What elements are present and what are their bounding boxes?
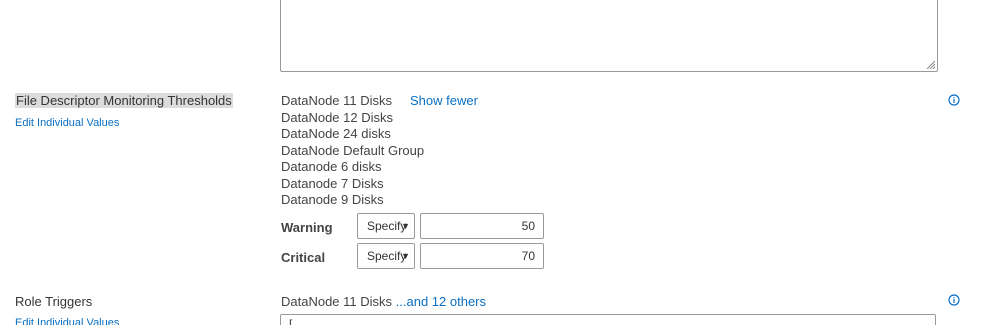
- info-circle-icon[interactable]: [948, 294, 960, 306]
- role-triggers-title: Role Triggers: [15, 294, 93, 309]
- show-fewer-link[interactable]: Show fewer: [410, 93, 478, 108]
- group-item: DataNode 12 Disks: [281, 110, 393, 125]
- critical-mode-select[interactable]: Specify ▼: [357, 243, 415, 269]
- and-others-link[interactable]: ...and 12 others: [396, 294, 486, 309]
- file-descriptor-thresholds-title: File Descriptor Monitoring Thresholds: [15, 93, 233, 108]
- warning-label: Warning: [281, 220, 333, 235]
- role-triggers-group: DataNode 11 Disks ...and 12 others: [281, 294, 486, 309]
- group-item: DataNode 24 disks: [281, 126, 391, 141]
- critical-label: Critical: [281, 250, 326, 265]
- warning-mode-select[interactable]: Specify ▼: [357, 213, 415, 239]
- role-triggers-group-name: DataNode 11 Disks: [281, 294, 393, 309]
- caret-down-icon: ▼: [401, 251, 410, 261]
- warning-threshold-input[interactable]: 50: [420, 213, 544, 239]
- caret-down-icon: ▼: [401, 221, 410, 231]
- critical-threshold-input[interactable]: 70: [420, 243, 544, 269]
- group-item: Datanode 6 disks: [281, 159, 382, 174]
- file-descriptor-edit-individual-values-link[interactable]: Edit Individual Values: [15, 117, 119, 129]
- configuration-page: File Descriptor Monitoring Thresholds Ed…: [0, 0, 999, 325]
- previous-setting-textarea[interactable]: [280, 0, 938, 72]
- role-triggers-edit-individual-values-link[interactable]: Edit Individual Values: [15, 317, 119, 325]
- group-item: DataNode 11 Disks: [281, 93, 393, 108]
- role-triggers-textarea[interactable]: [: [280, 314, 936, 325]
- resize-grip-icon[interactable]: [925, 59, 935, 69]
- group-item: DataNode Default Group: [281, 143, 425, 158]
- group-item: Datanode 9 Disks: [281, 192, 384, 207]
- group-item: Datanode 7 Disks: [281, 176, 384, 191]
- info-circle-icon[interactable]: [948, 94, 960, 106]
